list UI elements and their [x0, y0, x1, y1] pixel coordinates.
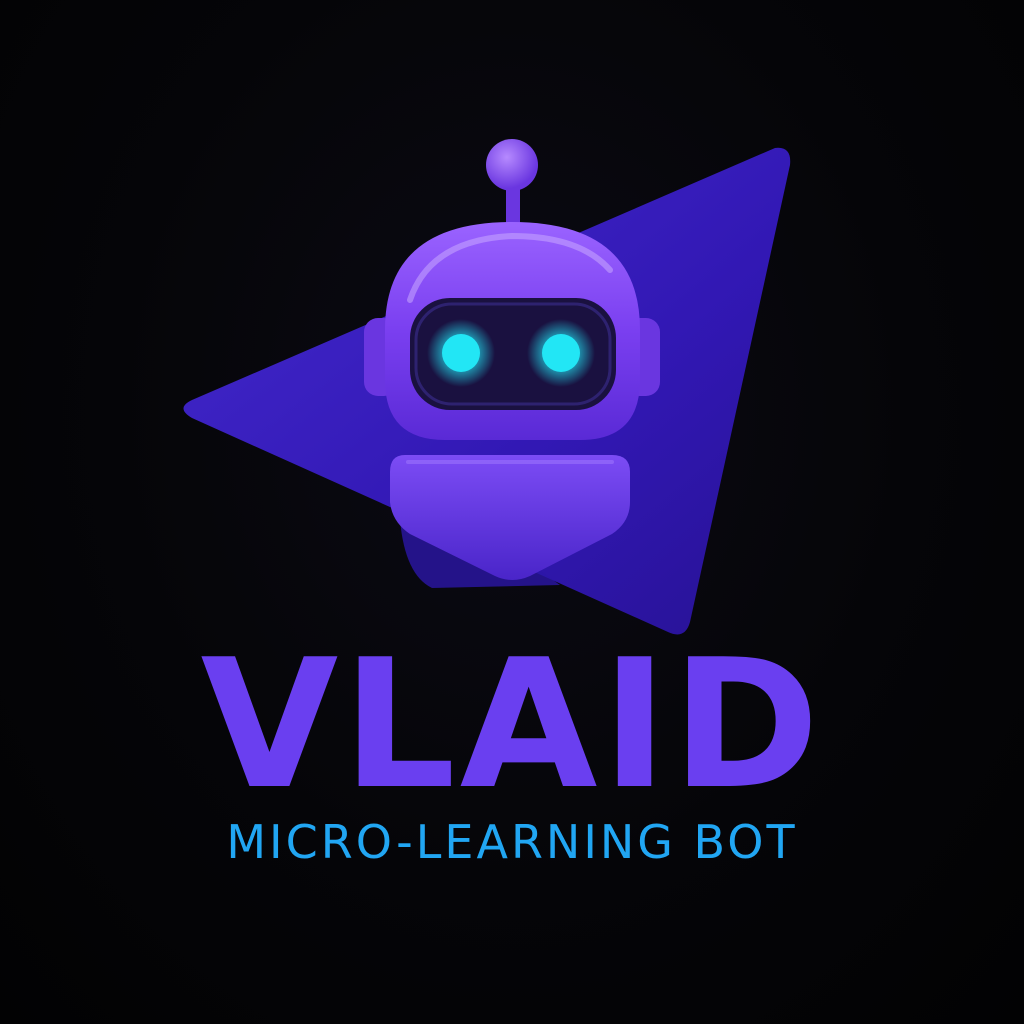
logo-canvas: VLAID MICRO-LEARNING BOT — [0, 0, 1024, 1024]
brand-name: VLAID — [200, 621, 824, 828]
antenna-icon — [486, 139, 538, 234]
robot-head-icon — [385, 222, 640, 440]
robot-logo-mark — [183, 139, 791, 635]
left-eye-icon — [442, 334, 480, 372]
right-eye-icon — [542, 334, 580, 372]
brand-tagline: MICRO-LEARNING BOT — [226, 815, 798, 869]
